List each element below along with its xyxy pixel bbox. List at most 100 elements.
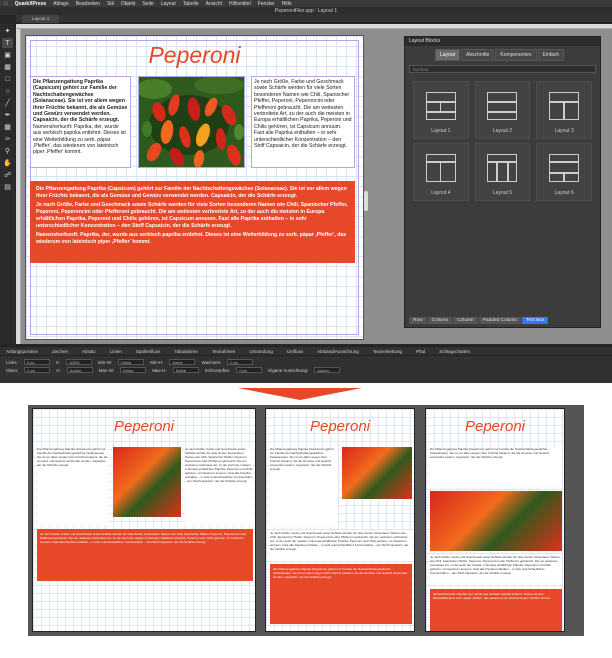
crumb-column-inner[interactable]: Column [453, 317, 478, 324]
menu-hilfsmittel[interactable]: Hilfsmittel [229, 1, 251, 7]
item-tool-icon[interactable]: ✦ [2, 26, 13, 36]
panel-search-input[interactable]: Suchen [409, 65, 596, 73]
layout-block-1[interactable]: Layout 1 [413, 81, 469, 139]
pen-tool-icon[interactable]: ✒ [2, 110, 13, 120]
peppers-image[interactable] [138, 76, 245, 168]
layout-block-label: Layout 2 [492, 128, 513, 134]
tab-komponenten[interactable]: Komponenten [495, 49, 537, 61]
menu-stil[interactable]: Stil [107, 1, 114, 7]
tab-layout[interactable]: Layout [435, 49, 461, 61]
layout-block-label: Layout 6 [554, 190, 574, 196]
menu-layout[interactable]: Layout [161, 1, 176, 7]
layout-page[interactable]: Peperoni Die Pflanzengattung Paprika (Ca… [25, 35, 364, 340]
page-title[interactable]: Peperoni [30, 42, 359, 69]
mtab-pfad[interactable]: Pfad [416, 349, 425, 354]
content-tool-icon[interactable]: T [2, 38, 13, 48]
text-box-tool-icon[interactable]: ▦ [2, 62, 13, 72]
mtab-tabulatoren[interactable]: Tabulatoren [174, 349, 198, 354]
preview-medium: Peperoni Die Pflanzengattung Paprika (Ca… [265, 408, 415, 632]
layout-block-3[interactable]: Layout 3 [536, 81, 592, 139]
max-h-field[interactable]: Keine [172, 367, 199, 373]
mtab-textrahmen[interactable]: Textrahmen [212, 349, 236, 354]
min-h-field[interactable]: Keine [169, 359, 196, 365]
mtab-anfangsposition[interactable]: Anfangsposition [6, 349, 38, 354]
menu-ablage[interactable]: Ablage [53, 1, 69, 7]
ausrichtung-select[interactable]: Autom. [314, 367, 341, 373]
eyedropper-tool-icon[interactable]: ✑ [2, 134, 13, 144]
layout-block-2[interactable]: Layout 2 [474, 81, 531, 139]
preview-tool-icon[interactable]: ▤ [2, 182, 13, 192]
oval-tool-icon[interactable]: ○ [2, 86, 13, 96]
label-ausrichtung: Eigene Ausrichtung: [268, 367, 309, 373]
preview-medium-redbox: Die Pflanzengattung Paprika (Capsicum) g… [270, 564, 412, 624]
tab-abschnitte[interactable]: Abschnitte [461, 49, 495, 61]
mtab-spaltenfluss[interactable]: Spaltenfluss [136, 349, 161, 354]
min-w-field[interactable]: Keine [118, 359, 145, 365]
app-menu[interactable]: QuarkXPress [15, 1, 46, 7]
crumb-text-box[interactable]: Text Box [522, 317, 549, 324]
links-field[interactable]: 0 px [23, 359, 50, 365]
schrumpfen-field[interactable]: 0 px [236, 367, 263, 373]
zoom-tool-icon[interactable]: ⚲ [2, 146, 13, 156]
menu-ansicht[interactable]: Ansicht [206, 1, 222, 7]
highlight-paragraph-3: Namensherkunft: Paprika, der, wurde aus … [36, 232, 347, 245]
max-w-field[interactable]: Keine [120, 367, 147, 373]
menu-objekt[interactable]: Objekt [121, 1, 135, 7]
preview-narrow-col2: Je nach Größe, Farbe und Geschmack sowie… [430, 555, 562, 585]
responsive-previews: Peperoni Die Pflanzengattung Paprika (Ca… [28, 405, 584, 636]
peppers-photo [139, 77, 244, 167]
crumb-column[interactable]: Column [427, 317, 453, 324]
link-tool-icon[interactable]: ☍ [2, 170, 13, 180]
crumb-padded-column[interactable]: Padded Column [478, 317, 522, 324]
layout-5-icon [487, 154, 518, 182]
text-box-right[interactable]: Je nach Größe, Farbe und Geschmack sowie… [251, 76, 355, 168]
mtab-umfluss[interactable]: Umfluss [287, 349, 303, 354]
panel-title[interactable]: Layout Blocks [405, 37, 600, 46]
layout-4-icon [425, 154, 456, 182]
mtab-absatz[interactable]: Absatz [82, 349, 96, 354]
label-min-w: Min-W: [98, 359, 113, 365]
layout-block-5[interactable]: Layout 5 [474, 143, 531, 201]
wachsen-field[interactable]: 0 px [227, 359, 254, 365]
layout-tab[interactable]: Layout 1 [22, 15, 60, 23]
x-field[interactable]: 100% [66, 359, 93, 365]
menu-seite[interactable]: Seite [142, 1, 153, 7]
menu-hilfe[interactable]: Hilfe [282, 1, 292, 7]
label-schrumpfen: Schrumpfen: [204, 367, 231, 373]
image-tool-icon[interactable]: ▣ [2, 50, 13, 60]
apple-icon[interactable]:  [4, 1, 8, 7]
label-wachsen: Wachsen: [201, 359, 222, 365]
menu-tabelle[interactable]: Tabelle [183, 1, 199, 7]
layout-block-6[interactable]: Layout 6 [536, 143, 592, 201]
mtab-linien[interactable]: Linien [110, 349, 122, 354]
layout-block-grid: Layout 1 Layout 2 Layout 3 Layout 4 Layo… [405, 77, 600, 205]
preview-narrow-col1: Die Pflanzengattung Paprika (Capsicum) g… [430, 447, 562, 487]
menu-bearbeiten[interactable]: Bearbeiten [76, 1, 100, 7]
oben-field[interactable]: 0 px [24, 367, 51, 373]
rectangle-tool-icon[interactable]: □ [2, 74, 13, 84]
mtab-zeichen[interactable]: Zeichen [52, 349, 68, 354]
mtab-abstand[interactable]: Abstand/Ausrichtung [317, 349, 359, 354]
measurements-row-1: Links: 0 px X: 100% Min-W: Keine Min-H: Kein… [6, 358, 606, 366]
measurements-palette: Anfangsposition Zeichen Absatz Linien Sp… [0, 346, 612, 383]
menu-fenster[interactable]: Fenster [258, 1, 275, 7]
highlight-text-box[interactable]: Die Pflanzengattung Paprika (Capsicum) g… [30, 181, 355, 263]
h-field[interactable]: Autom. [66, 367, 93, 373]
toolbox: ✦ T ▣ ▦ □ ○ ╱ ✒ ▦ ✑ ⚲ ✋ ☍ ▤ [0, 24, 15, 344]
preview-narrow-title: Peperoni [464, 418, 526, 435]
preview-medium-col1: Die Pflanzengattung Paprika (Capsicum) g… [270, 447, 338, 527]
layout-block-4[interactable]: Layout 4 [413, 143, 469, 201]
menu-bar:  QuarkXPress Ablage Bearbeiten Stil Obj… [0, 0, 612, 7]
table-tool-icon[interactable]: ▦ [2, 122, 13, 132]
page-resize-handle[interactable] [364, 191, 368, 211]
mtab-schlagschatten[interactable]: Schlagschatten [439, 349, 470, 354]
layout-2-icon [487, 92, 518, 120]
text-box-left[interactable]: Die Pflanzengattung Paprika (Capsicum) g… [30, 76, 131, 168]
mtab-textverkettung[interactable]: Textverkettung [373, 349, 402, 354]
tab-einfach[interactable]: Einfach [537, 49, 565, 61]
mtab-umrandung[interactable]: Umrandung [249, 349, 273, 354]
line-tool-icon[interactable]: ╱ [2, 98, 13, 108]
crumb-row[interactable]: Row [409, 317, 427, 324]
hand-tool-icon[interactable]: ✋ [2, 158, 13, 168]
measurements-fields: Links: 0 px X: 100% Min-W: Keine Min-H: Kein… [0, 356, 612, 376]
